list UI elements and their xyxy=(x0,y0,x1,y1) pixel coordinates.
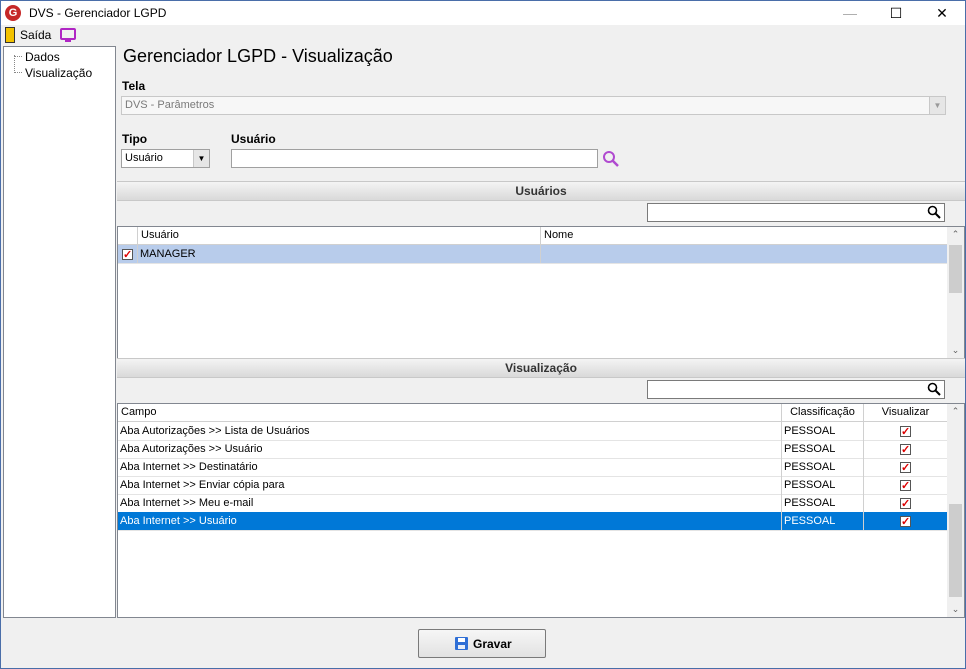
cell-classificacao: PESSOAL xyxy=(782,440,864,458)
column-header-classificacao[interactable]: Classificação xyxy=(782,404,864,421)
cell-usuario: MANAGER xyxy=(138,245,541,263)
close-button[interactable]: ✕ xyxy=(919,2,965,25)
cell-classificacao: PESSOAL xyxy=(782,494,864,512)
table-row[interactable]: Aba Autorizações >> Lista de Usuários PE… xyxy=(118,422,947,441)
table-row[interactable]: Aba Autorizações >> Usuário PESSOAL xyxy=(118,440,947,459)
minimize-button[interactable]: — xyxy=(827,2,873,25)
cell-classificacao: PESSOAL xyxy=(782,512,864,530)
tipo-label: Tipo xyxy=(122,132,148,146)
view-scrollbar[interactable]: ⌃ ⌄ xyxy=(947,404,964,617)
search-icon[interactable] xyxy=(927,382,941,396)
window-title: DVS - Gerenciador LGPD xyxy=(29,6,167,20)
maximize-button[interactable]: ☐ xyxy=(873,2,919,25)
view-grid-header: Campo Classificação Visualizar xyxy=(118,404,947,422)
checkbox-checked[interactable] xyxy=(900,513,911,530)
tree-item-dados[interactable]: Dados xyxy=(25,50,60,64)
tree-connector xyxy=(14,55,15,73)
tree-item-visualizacao[interactable]: Visualização xyxy=(25,66,92,80)
navigation-tree: Dados Visualização xyxy=(3,46,116,618)
table-row-selected[interactable]: Aba Internet >> Usuário PESSOAL xyxy=(118,512,947,531)
tree-connector xyxy=(14,56,22,57)
view-section-header: Visualização xyxy=(117,358,965,378)
users-scrollbar[interactable]: ⌃ ⌄ xyxy=(947,227,964,358)
exit-button[interactable]: Saída xyxy=(20,28,51,42)
toolbar: Saída xyxy=(1,25,965,45)
usuario-input[interactable] xyxy=(231,149,598,168)
cell-campo: Aba Internet >> Usuário xyxy=(118,512,782,530)
view-grid: Campo Classificação Visualizar Aba Autor… xyxy=(117,403,965,618)
cell-visualizar[interactable] xyxy=(864,458,947,476)
cell-classificacao: PESSOAL xyxy=(782,422,864,440)
scroll-down-arrow-icon[interactable]: ⌄ xyxy=(947,343,964,358)
monitor-icon[interactable] xyxy=(60,28,76,40)
tela-select: DVS - Parâmetros ▼ xyxy=(121,96,946,115)
column-header-usuario[interactable]: Usuário xyxy=(138,227,541,244)
scroll-up-arrow-icon[interactable]: ⌃ xyxy=(947,404,964,419)
table-row[interactable]: Aba Internet >> Enviar cópia para PESSOA… xyxy=(118,476,947,495)
chevron-down-icon: ▼ xyxy=(929,97,945,114)
scroll-down-arrow-icon[interactable]: ⌄ xyxy=(947,602,964,617)
cell-visualizar[interactable] xyxy=(864,422,947,440)
cell-visualizar[interactable] xyxy=(864,494,947,512)
users-grid-header: Usuário Nome xyxy=(118,227,947,245)
cell-campo: Aba Internet >> Destinatário xyxy=(118,458,782,476)
scroll-thumb[interactable] xyxy=(949,504,962,597)
table-row[interactable]: MANAGER xyxy=(118,245,947,264)
checkbox-checked[interactable] xyxy=(900,495,911,512)
tela-label: Tela xyxy=(122,79,146,93)
tipo-select-value: Usuário xyxy=(125,152,163,164)
cell-visualizar[interactable] xyxy=(864,476,947,494)
view-search-input[interactable] xyxy=(647,380,945,399)
cell-campo: Aba Internet >> Meu e-mail xyxy=(118,494,782,512)
search-icon[interactable] xyxy=(927,205,941,219)
users-search-input[interactable] xyxy=(647,203,945,222)
table-row[interactable]: Aba Internet >> Meu e-mail PESSOAL xyxy=(118,494,947,513)
cell-campo: Aba Autorizações >> Lista de Usuários xyxy=(118,422,782,440)
save-button-label: Gravar xyxy=(473,637,512,651)
column-header-visualizar[interactable]: Visualizar xyxy=(864,404,947,421)
title-bar: G DVS - Gerenciador LGPD — ☐ ✕ xyxy=(1,1,965,25)
save-button[interactable]: Gravar xyxy=(418,629,546,658)
tela-select-value: DVS - Parâmetros xyxy=(125,99,215,111)
scroll-thumb[interactable] xyxy=(949,245,962,293)
cell-visualizar[interactable] xyxy=(864,512,947,530)
cell-classificacao: PESSOAL xyxy=(782,476,864,494)
scroll-up-arrow-icon[interactable]: ⌃ xyxy=(947,227,964,242)
tree-connector xyxy=(14,72,22,73)
floppy-disk-icon xyxy=(455,637,468,650)
app-logo-icon: G xyxy=(5,5,21,21)
search-icon[interactable] xyxy=(602,150,620,168)
page-title: Gerenciador LGPD - Visualização xyxy=(123,46,393,66)
table-row[interactable]: Aba Internet >> Destinatário PESSOAL xyxy=(118,458,947,477)
checkbox-checked[interactable] xyxy=(900,477,911,494)
cell-classificacao: PESSOAL xyxy=(782,458,864,476)
exit-door-icon[interactable] xyxy=(5,27,15,43)
checkbox-checked[interactable] xyxy=(122,246,133,263)
chevron-down-icon[interactable]: ▼ xyxy=(193,150,209,167)
column-header-check xyxy=(118,227,138,244)
usuario-label: Usuário xyxy=(231,132,276,146)
checkbox-checked[interactable] xyxy=(900,441,911,458)
cell-campo: Aba Internet >> Enviar cópia para xyxy=(118,476,782,494)
cell-nome xyxy=(541,245,947,263)
checkbox-checked[interactable] xyxy=(900,423,911,440)
users-section-header: Usuários xyxy=(117,181,965,201)
tipo-select[interactable]: Usuário ▼ xyxy=(121,149,210,168)
monitor-stand-icon xyxy=(65,40,71,42)
cell-campo: Aba Autorizações >> Usuário xyxy=(118,440,782,458)
checkbox-checked[interactable] xyxy=(900,459,911,476)
column-header-nome[interactable]: Nome xyxy=(541,227,947,244)
users-grid: Usuário Nome MANAGER ⌃ ⌄ xyxy=(117,226,965,359)
row-check-cell[interactable] xyxy=(118,245,138,263)
column-header-campo[interactable]: Campo xyxy=(118,404,782,421)
cell-visualizar[interactable] xyxy=(864,440,947,458)
